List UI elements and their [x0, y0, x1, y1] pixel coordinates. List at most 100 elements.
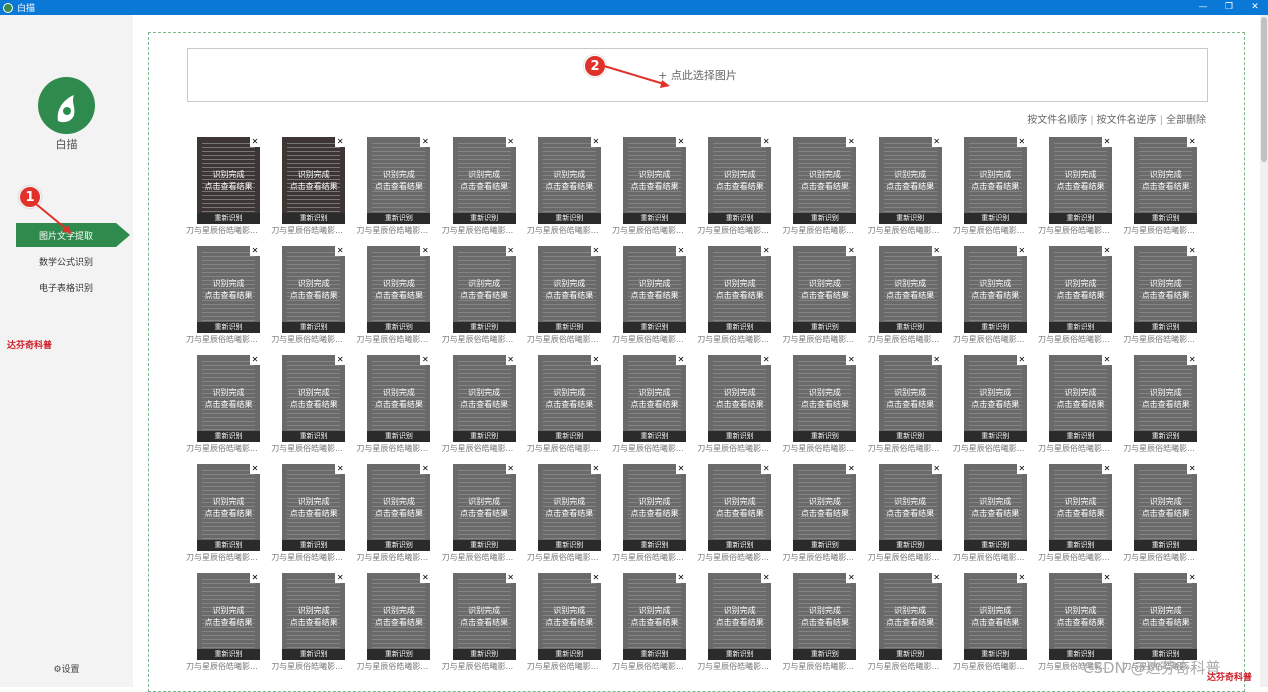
retry-recognition-button[interactable]: 重新识别 [1134, 431, 1198, 442]
remove-image-icon[interactable]: ✕ [590, 464, 601, 474]
view-result-label[interactable]: 点击查看结果 [538, 290, 601, 302]
retry-recognition-button[interactable]: 重新识别 [963, 322, 1027, 333]
image-thumbnail[interactable]: 识别完成 点击查看结果 重新识别 ✕ [197, 355, 260, 442]
remove-image-icon[interactable]: ✕ [1102, 246, 1112, 256]
image-card[interactable]: 识别完成 点击查看结果 重新识别 ✕ 刀与星辰俗皓曦影... [782, 573, 858, 673]
image-card[interactable]: 识别完成 点击查看结果 重新识别 ✕ 刀与星辰俗皓曦影... [1038, 355, 1114, 455]
image-card[interactable]: 识别完成 点击查看结果 重新识别 ✕ 刀与星辰俗皓曦影... [1123, 246, 1199, 346]
image-card[interactable]: 识别完成 点击查看结果 重新识别 ✕ 刀与星辰俗皓曦影... [527, 137, 603, 237]
image-card[interactable]: 识别完成 点击查看结果 重新识别 ✕ 刀与星辰俗皓曦影... [1123, 464, 1199, 564]
recognition-status[interactable]: 识别完成 点击查看结果 [1049, 169, 1112, 193]
recognition-status[interactable]: 识别完成 点击查看结果 [964, 278, 1027, 302]
remove-image-icon[interactable]: ✕ [1016, 464, 1027, 474]
retry-recognition-button[interactable]: 重新识别 [623, 322, 686, 333]
retry-recognition-button[interactable]: 重新识别 [197, 540, 260, 551]
recognition-status[interactable]: 识别完成 点击查看结果 [879, 496, 942, 520]
image-card[interactable]: 识别完成 点击查看结果 重新识别 ✕ 刀与星辰俗皓曦影... [782, 355, 858, 455]
image-thumbnail[interactable]: 识别完成 点击查看结果 重新识别 ✕ [367, 246, 431, 333]
view-result-label[interactable]: 点击查看结果 [1049, 617, 1112, 629]
remove-image-icon[interactable]: ✕ [335, 464, 346, 474]
view-result-label[interactable]: 点击查看结果 [1049, 290, 1112, 302]
image-card[interactable]: 识别完成 点击查看结果 重新识别 ✕ 刀与星辰俗皓曦影... [442, 464, 518, 564]
view-result-label[interactable]: 点击查看结果 [793, 181, 856, 193]
view-result-label[interactable]: 点击查看结果 [623, 181, 686, 193]
remove-image-icon[interactable]: ✕ [250, 464, 260, 474]
view-result-label[interactable]: 点击查看结果 [367, 399, 430, 411]
image-thumbnail[interactable]: 识别完成 点击查看结果 重新识别 ✕ [878, 246, 942, 333]
view-result-label[interactable]: 点击查看结果 [282, 290, 345, 302]
remove-image-icon[interactable]: ✕ [420, 355, 431, 365]
recognition-status[interactable]: 识别完成 点击查看结果 [1049, 387, 1112, 411]
recognition-status[interactable]: 识别完成 点击查看结果 [1134, 496, 1197, 520]
recognition-status[interactable]: 识别完成 点击查看结果 [282, 278, 345, 302]
retry-recognition-button[interactable]: 重新识别 [537, 322, 601, 333]
remove-image-icon[interactable]: ✕ [1187, 573, 1198, 583]
retry-recognition-button[interactable]: 重新识别 [963, 540, 1027, 551]
recognition-status[interactable]: 识别完成 点击查看结果 [282, 496, 345, 520]
recognition-status[interactable]: 识别完成 点击查看结果 [879, 169, 942, 193]
image-thumbnail[interactable]: 识别完成 点击查看结果重新识别 ✕ [963, 464, 1027, 551]
remove-image-icon[interactable]: ✕ [1016, 355, 1027, 365]
remove-image-icon[interactable]: ✕ [1016, 246, 1027, 256]
restore-button[interactable]: ❐ [1216, 0, 1242, 15]
remove-image-icon[interactable]: ✕ [931, 464, 942, 474]
view-result-label[interactable]: 点击查看结果 [1049, 508, 1112, 520]
image-card[interactable]: 识别完成 点击查看结果 重新识别 ✕ 刀与星辰俗皓曦影... [442, 355, 518, 455]
retry-recognition-button[interactable]: 重新识别 [623, 540, 686, 551]
recognition-status[interactable]: 识别完成 点击查看结果 [793, 496, 856, 520]
view-result-label[interactable]: 点击查看结果 [964, 399, 1027, 411]
recognition-status[interactable]: 识别完成 点击查看结果 [538, 605, 601, 629]
image-card[interactable]: 识别完成 点击查看结果 重新识别 ✕ 刀与星辰俗皓曦影... [442, 573, 518, 673]
remove-image-icon[interactable]: ✕ [1016, 573, 1027, 583]
image-card[interactable]: 识别完成 点击查看结果 重新识别 ✕ 刀与星辰俗皓曦影... [782, 464, 858, 564]
retry-recognition-button[interactable]: 重新识别 [878, 540, 942, 551]
image-thumbnail[interactable]: 识别完成 点击查看结果 重新识别 ✕ [623, 573, 686, 660]
image-card[interactable]: 识别完成 点击查看结果 重新识别 ✕ 刀与星辰俗皓曦影... [1038, 137, 1114, 237]
view-result-label[interactable]: 点击查看结果 [1134, 617, 1197, 629]
image-card[interactable]: 识别完成 点击查看结果 重新识别 ✕ 刀与星辰俗皓曦影... [782, 246, 858, 346]
recognition-status[interactable]: 识别完成 点击查看结果 [793, 278, 856, 302]
remove-image-icon[interactable]: ✕ [250, 137, 260, 147]
image-thumbnail[interactable]: 识别完成 点击查看结果 重新识别 ✕ [452, 246, 516, 333]
recognition-status[interactable]: 识别完成 点击查看结果 [708, 496, 771, 520]
remove-image-icon[interactable]: ✕ [1187, 464, 1198, 474]
view-result-label[interactable]: 点击查看结果 [623, 508, 686, 520]
image-thumbnail[interactable]: 识别完成 点击查看结果 重新识别 ✕ [793, 137, 857, 224]
view-result-label[interactable]: 点击查看结果 [197, 617, 260, 629]
retry-recognition-button[interactable]: 重新识别 [793, 213, 857, 224]
image-card[interactable]: 识别完成 点击查看结果 重新识别 ✕ 刀与星辰俗皓曦影... [271, 137, 347, 237]
recognition-status[interactable]: 识别完成 点击查看结果 [964, 496, 1027, 520]
image-thumbnail[interactable]: 识别完成 点击查看结果 重新识别 ✕ [793, 355, 857, 442]
recognition-status[interactable]: 识别完成 点击查看结果 [623, 278, 686, 302]
image-card[interactable]: 识别完成 点击查看结果 重新识别 ✕ 刀与星辰俗皓曦影... [868, 246, 944, 346]
scrollbar-thumb[interactable] [1261, 17, 1267, 162]
remove-image-icon[interactable]: ✕ [590, 137, 601, 147]
view-result-label[interactable]: 点击查看结果 [623, 290, 686, 302]
image-thumbnail[interactable]: 识别完成 点击查看结果 重新识别 ✕ [367, 137, 431, 224]
recognition-status[interactable]: 识别完成 点击查看结果 [197, 169, 260, 193]
remove-image-icon[interactable]: ✕ [676, 355, 686, 365]
remove-image-icon[interactable]: ✕ [676, 464, 686, 474]
image-card[interactable]: 识别完成 点击查看结果 重新识别 ✕ 刀与星辰俗皓曦影... [868, 573, 944, 673]
recognition-status[interactable]: 识别完成 点击查看结果 [367, 169, 430, 193]
image-card[interactable]: 识别完成 点击查看结果 重新识别 ✕ 刀与星辰俗皓曦影... [782, 137, 858, 237]
view-result-label[interactable]: 点击查看结果 [708, 617, 771, 629]
view-result-label[interactable]: 点击查看结果 [708, 508, 771, 520]
image-thumbnail[interactable]: 识别完成 点击查看结果 重新识别 ✕ [878, 355, 942, 442]
image-thumbnail[interactable]: 识别完成 点击查看结果 重新识别 ✕ [282, 246, 346, 333]
image-card[interactable]: 识别完成 点击查看结果 重新识别 ✕ 刀与星辰俗皓曦影... [356, 355, 432, 455]
retry-recognition-button[interactable]: 重新识别 [878, 649, 942, 660]
image-thumbnail[interactable]: 识别完成 点击查看结果 重新识别 ✕ [708, 246, 772, 333]
image-thumbnail[interactable]: 识别完成 点击查看结果 重新识别 ✕ [197, 573, 260, 660]
remove-image-icon[interactable]: ✕ [846, 246, 857, 256]
image-card[interactable]: 识别完成 点击查看结果 重新识别 ✕ 刀与星辰俗皓曦影... [1038, 246, 1114, 346]
view-result-label[interactable]: 点击查看结果 [708, 399, 771, 411]
recognition-status[interactable]: 识别完成 点击查看结果 [367, 387, 430, 411]
image-card[interactable]: 识别完成 点击查看结果 重新识别 ✕ 刀与星辰俗皓曦影... [612, 464, 688, 564]
retry-recognition-button[interactable]: 重新识别 [878, 213, 942, 224]
retry-recognition-button[interactable]: 重新识别 [282, 540, 346, 551]
view-result-label[interactable]: 点击查看结果 [453, 508, 516, 520]
retry-recognition-button[interactable]: 重新识别 [963, 431, 1027, 442]
recognition-status[interactable]: 识别完成 点击查看结果 [282, 387, 345, 411]
image-thumbnail[interactable]: 识别完成 点击查看结果 重新识别 ✕ [537, 137, 601, 224]
